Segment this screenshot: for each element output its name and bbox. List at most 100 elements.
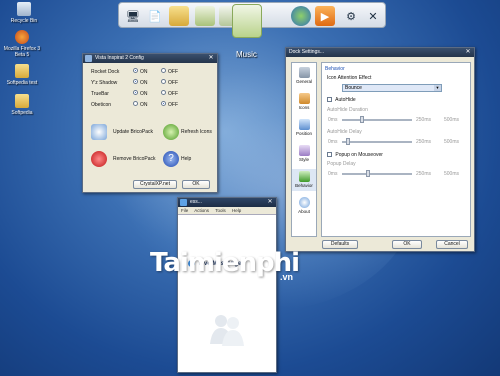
watermark-domain: .vn bbox=[280, 272, 294, 282]
radio-off[interactable]: OFF bbox=[161, 101, 178, 109]
ok-button[interactable]: OK bbox=[182, 180, 210, 189]
radio-button[interactable] bbox=[161, 90, 166, 96]
dock-item-music[interactable] bbox=[232, 4, 262, 38]
popup-checkbox[interactable] bbox=[327, 152, 332, 158]
icons-icon bbox=[298, 93, 310, 104]
update-bricopack-button[interactable]: Update BricoPack bbox=[113, 129, 153, 135]
menu-tools[interactable]: Tools bbox=[215, 208, 226, 213]
radio-button[interactable] bbox=[133, 90, 138, 96]
dock-item-documents[interactable]: 📄 bbox=[145, 6, 165, 26]
messenger-menubar: File Actions Tools Help bbox=[178, 207, 276, 215]
dock-settings-titlebar[interactable]: Dock Settings... ✕ bbox=[286, 48, 474, 57]
effect-select[interactable]: Bounce ▼ bbox=[342, 84, 442, 92]
radio-button[interactable] bbox=[133, 68, 138, 74]
desktop-icon-softpedia[interactable]: Softpedia bbox=[0, 94, 44, 116]
help-icon[interactable]: ? bbox=[163, 151, 179, 167]
folder-icon bbox=[15, 64, 29, 78]
radio-button[interactable] bbox=[161, 68, 166, 74]
autohide-row[interactable]: AutoHide bbox=[327, 96, 356, 104]
remove-icon[interactable] bbox=[91, 151, 107, 167]
radio-off[interactable]: OFF bbox=[161, 79, 178, 87]
effect-value: Bounce bbox=[345, 85, 362, 91]
nav-item-icons[interactable]: Icons bbox=[292, 91, 316, 113]
autohide-checkbox[interactable] bbox=[327, 97, 332, 103]
radio-button[interactable] bbox=[133, 79, 138, 85]
radio-label: ON bbox=[140, 102, 148, 108]
messenger-titlebar[interactable]: ess... ✕ bbox=[178, 198, 276, 207]
radio-button[interactable] bbox=[133, 101, 138, 107]
option-label: Obeticon bbox=[91, 102, 112, 108]
dock-item-music-label: Music bbox=[236, 50, 257, 59]
dock-item-folder-2[interactable] bbox=[195, 6, 215, 26]
option-row-truebar: TrueBar ON OFF bbox=[91, 90, 211, 98]
nav-item-about[interactable]: About bbox=[292, 195, 316, 217]
checkbox-label: AutoHide bbox=[335, 97, 356, 103]
nav-item-style[interactable]: Style bbox=[292, 143, 316, 165]
config-window-titlebar[interactable]: Vista Inspirat 2 Config ✕ bbox=[83, 54, 217, 63]
radio-on[interactable]: ON bbox=[133, 68, 148, 76]
messenger-buddies-logo bbox=[208, 310, 246, 348]
autohide-delay-slider[interactable] bbox=[342, 141, 412, 143]
radio-on[interactable]: ON bbox=[133, 101, 148, 109]
messenger-title: ess... bbox=[190, 199, 202, 205]
remove-bricopack-button[interactable]: Remove BricoPack bbox=[113, 156, 156, 162]
update-icon[interactable] bbox=[91, 124, 107, 140]
radio-label: ON bbox=[140, 69, 148, 75]
slider-mid-label: 250ms bbox=[416, 139, 432, 145]
menu-help[interactable]: Help bbox=[232, 208, 241, 213]
close-button[interactable]: ✕ bbox=[464, 49, 472, 56]
nav-item-position[interactable]: Position bbox=[292, 117, 316, 139]
option-label: Y'z Shadow bbox=[91, 80, 118, 86]
slider-thumb[interactable] bbox=[360, 116, 364, 123]
crystalxp-button[interactable]: CrystalXP.net bbox=[133, 180, 177, 189]
nav-item-general[interactable]: General bbox=[292, 65, 316, 87]
desktop-icon-softpedia-test[interactable]: Softpedia test bbox=[0, 64, 44, 86]
play-icon: ▶ bbox=[320, 10, 330, 23]
refresh-icons-button[interactable]: Refresh Icons bbox=[181, 129, 212, 135]
radio-on[interactable]: ON bbox=[133, 79, 148, 87]
defaults-button[interactable]: Defaults bbox=[322, 240, 358, 249]
refresh-icon[interactable] bbox=[163, 124, 179, 140]
config-window: Vista Inspirat 2 Config ✕ Rocket Dock ON… bbox=[82, 53, 218, 193]
nav-label: General bbox=[295, 79, 312, 84]
dock-settings-title: Dock Settings... bbox=[289, 49, 325, 55]
dock-item-computer[interactable]: 🖥 bbox=[123, 6, 143, 26]
autohide-duration-slider[interactable] bbox=[342, 119, 412, 121]
slider-min-label: 0ms bbox=[328, 171, 338, 177]
dock-item-internet[interactable] bbox=[291, 6, 311, 26]
close-button[interactable]: ✕ bbox=[266, 199, 274, 206]
dock-item-folder-1[interactable] bbox=[169, 6, 189, 26]
popup-row[interactable]: Popup on Mouseover bbox=[327, 151, 383, 159]
radio-button[interactable] bbox=[161, 79, 166, 85]
menu-file[interactable]: File bbox=[181, 208, 188, 213]
close-button[interactable]: ✕ bbox=[207, 55, 215, 62]
desktop-icon-firefox[interactable]: Mozilla Firefox 3 Beta 5 bbox=[0, 30, 44, 58]
dock-item-tools[interactable]: ✕ bbox=[363, 6, 383, 26]
radio-button[interactable] bbox=[161, 101, 166, 107]
desktop-icon-label: Softpedia test bbox=[6, 80, 38, 86]
watermark: Taimienphi bbox=[150, 248, 300, 278]
option-row-rocket-dock: Rocket Dock ON OFF bbox=[91, 68, 211, 76]
folder-icon bbox=[15, 94, 29, 108]
radio-label: OFF bbox=[168, 80, 178, 86]
radio-on[interactable]: ON bbox=[133, 90, 148, 98]
position-icon bbox=[298, 119, 310, 130]
brush-icon bbox=[298, 145, 310, 156]
slider-max-label: 500ms bbox=[444, 139, 460, 145]
dock-item-settings[interactable]: ⚙ bbox=[341, 6, 361, 26]
slider-thumb[interactable] bbox=[346, 138, 350, 145]
slider-thumb[interactable] bbox=[366, 170, 370, 177]
radio-off[interactable]: OFF bbox=[161, 90, 178, 98]
popup-delay-slider[interactable] bbox=[342, 173, 412, 175]
ok-button[interactable]: OK bbox=[392, 240, 422, 249]
desktop-icon-recycle-bin[interactable]: Recycle Bin bbox=[2, 2, 46, 24]
computer-icon: 🖥 bbox=[126, 10, 140, 23]
cancel-button[interactable]: Cancel bbox=[436, 240, 468, 249]
menu-actions[interactable]: Actions bbox=[194, 208, 209, 213]
dock-item-media[interactable]: ▶ bbox=[315, 6, 335, 26]
nav-item-behavior[interactable]: Behavior bbox=[292, 169, 316, 191]
chevron-down-icon: ▼ bbox=[434, 85, 441, 91]
radio-off[interactable]: OFF bbox=[161, 68, 178, 76]
radio-label: OFF bbox=[168, 91, 178, 97]
help-button[interactable]: Help bbox=[181, 156, 191, 162]
